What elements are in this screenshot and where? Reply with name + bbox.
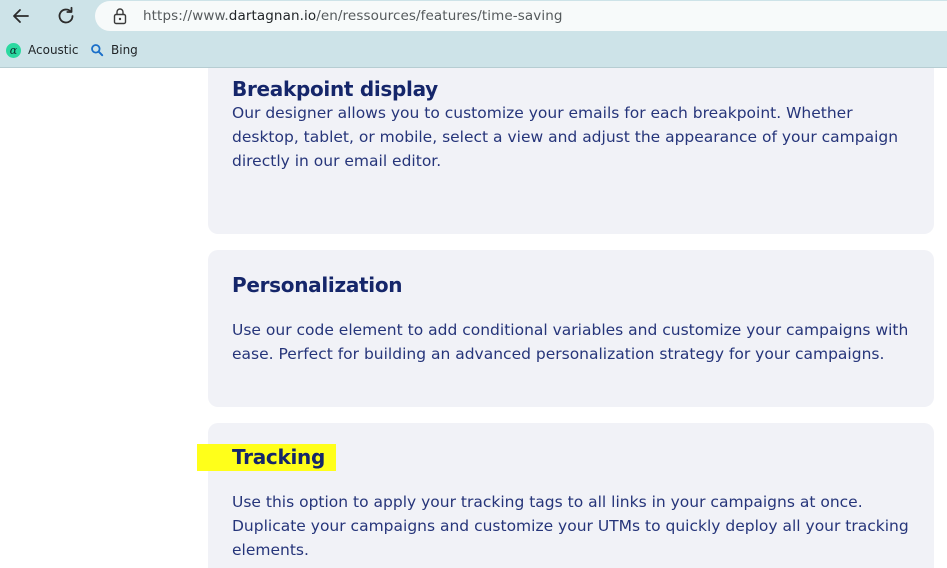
feature-card-tracking: Tracking Use this option to apply your t… xyxy=(208,423,934,568)
bookmark-acoustic[interactable]: α Acoustic xyxy=(6,41,78,59)
browser-toolbar: https://www.dartagnan.io/en/ressources/f… xyxy=(0,0,947,32)
reload-icon xyxy=(58,6,74,24)
feature-card-personalization: Personalization Use our code element to … xyxy=(208,250,934,407)
url-prefix: https://www. xyxy=(143,8,229,24)
address-bar[interactable]: https://www.dartagnan.io/en/ressources/f… xyxy=(95,1,947,31)
feature-card-breakpoint-display: Breakpoint display Our designer allows y… xyxy=(208,68,934,234)
page-content: Breakpoint display Our designer allows y… xyxy=(0,68,947,568)
feature-description: Our designer allows you to customize you… xyxy=(232,104,899,170)
search-icon xyxy=(91,44,104,57)
feature-title: Breakpoint display xyxy=(232,77,438,101)
arrow-left-icon xyxy=(13,9,29,23)
bookmarks-bar: α Acoustic Bing xyxy=(0,32,947,68)
feature-title: Tracking xyxy=(232,445,325,469)
bookmark-label: Acoustic xyxy=(28,43,79,57)
feature-description: Use our code element to add conditional … xyxy=(232,321,909,363)
bookmark-label: Bing xyxy=(111,43,138,57)
feature-title: Personalization xyxy=(232,273,403,297)
back-button[interactable] xyxy=(7,2,35,30)
lock-icon[interactable] xyxy=(112,7,128,25)
url-text[interactable]: https://www.dartagnan.io/en/ressources/f… xyxy=(143,8,563,24)
feature-description: Use this option to apply your tracking t… xyxy=(232,493,909,559)
acoustic-logo-icon: α xyxy=(6,42,21,58)
url-path: /en/ressources/features/time-saving xyxy=(316,8,563,24)
reload-button[interactable] xyxy=(52,2,80,30)
bookmark-bing[interactable]: Bing xyxy=(90,41,138,59)
url-host: dartagnan.io xyxy=(228,8,317,24)
